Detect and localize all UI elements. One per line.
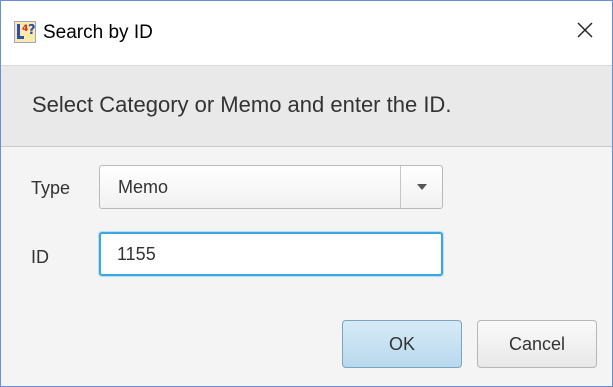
dropdown-arrow-button[interactable] [401, 166, 442, 208]
close-icon [576, 21, 594, 44]
dialog-window: 4 ? Search by ID Select Category or Memo… [0, 0, 613, 387]
type-selected-value: Memo [118, 177, 169, 197]
id-input[interactable] [99, 232, 443, 276]
app-logo-icon: 4 ? [14, 21, 36, 43]
title-bar[interactable]: 4 ? Search by ID [1, 1, 612, 65]
chevron-down-icon [416, 178, 428, 196]
window-title: Search by ID [43, 22, 153, 43]
type-label: Type [31, 178, 71, 198]
ok-button[interactable]: OK [342, 320, 462, 368]
header-instruction: Select Category or Memo and enter the ID… [32, 92, 452, 117]
cancel-button[interactable]: Cancel [477, 320, 597, 368]
svg-text:?: ? [28, 23, 36, 38]
close-button[interactable] [570, 17, 600, 47]
type-dropdown[interactable]: Memo [99, 165, 443, 209]
dialog-header: Select Category or Memo and enter the ID… [1, 65, 612, 147]
id-label: ID [31, 247, 49, 267]
